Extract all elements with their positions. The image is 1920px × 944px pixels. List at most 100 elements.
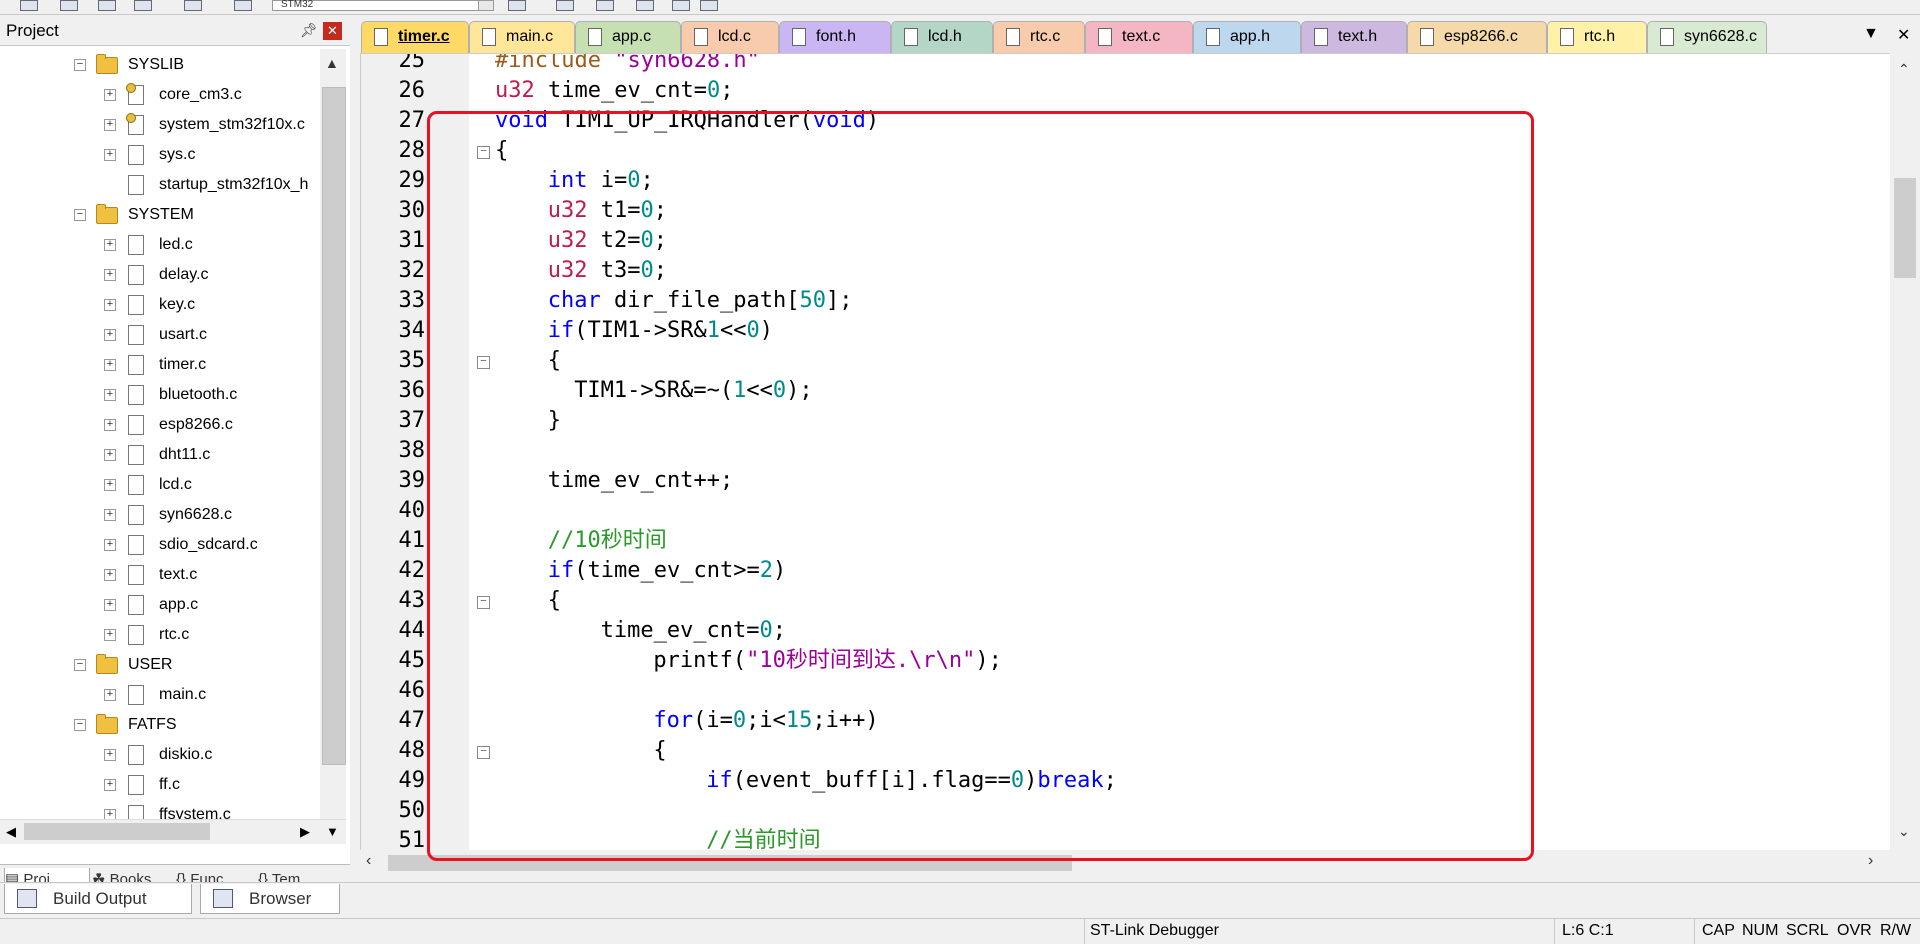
code-line[interactable]: //10秒时间 — [548, 526, 667, 556]
expand-icon[interactable]: + — [104, 419, 116, 431]
editor-tab[interactable]: rtc.c — [993, 21, 1085, 53]
collapse-icon[interactable]: − — [74, 719, 86, 731]
toolbar-button[interactable] — [636, 0, 654, 11]
toolbar-button[interactable] — [596, 0, 614, 11]
scroll-down-icon[interactable]: ▼ — [326, 824, 339, 839]
scroll-down-icon[interactable]: ⌄ — [1898, 823, 1910, 840]
editor-tab[interactable]: font.h — [779, 21, 891, 53]
chevron-down-icon[interactable] — [478, 1, 493, 10]
code-line[interactable]: void TIM1_UP_IRQHandler(void) — [495, 106, 879, 136]
tab-list-icon[interactable]: ▼ — [1863, 25, 1879, 43]
toolbar-button[interactable] — [134, 0, 152, 11]
code-line[interactable]: time_ev_cnt++; — [548, 466, 733, 496]
editor-tab[interactable]: rtc.h — [1547, 21, 1647, 53]
expand-icon[interactable]: + — [104, 269, 116, 281]
expand-icon[interactable]: + — [104, 539, 116, 551]
expand-icon[interactable]: + — [104, 239, 116, 251]
scroll-left-icon[interactable]: ◀ — [6, 824, 16, 840]
toolbar-button[interactable] — [60, 0, 78, 11]
expand-icon[interactable]: + — [104, 479, 116, 491]
editor-tab[interactable]: lcd.h — [891, 21, 993, 53]
code-line[interactable]: if(time_ev_cnt>=2) — [548, 556, 786, 586]
code-line[interactable]: for(i=0;i<15;i++) — [653, 706, 878, 736]
code-line[interactable]: u32 t3=0; — [548, 256, 667, 286]
toolbar-button[interactable] — [98, 0, 116, 11]
fold-toggle-icon[interactable]: − — [477, 596, 490, 609]
toolbar-button[interactable] — [20, 0, 38, 11]
expand-icon[interactable]: + — [104, 149, 116, 161]
scroll-up-icon[interactable]: ▲ — [325, 55, 339, 71]
expand-icon[interactable]: + — [104, 599, 116, 611]
expand-icon[interactable]: + — [104, 329, 116, 341]
expand-icon[interactable]: + — [104, 119, 116, 131]
code-line[interactable]: u32 t1=0; — [548, 196, 667, 226]
tab-build-output[interactable]: Build Output — [4, 884, 192, 914]
code-line[interactable]: //当前时间 — [706, 826, 821, 851]
expand-icon[interactable]: + — [104, 449, 116, 461]
editor-tab[interactable]: main.c — [469, 21, 575, 53]
pin-icon[interactable]: 📌︎ — [300, 22, 318, 39]
scroll-right-icon[interactable]: ▶ — [300, 824, 310, 840]
code-line[interactable]: printf("10秒时间到达.\r\n"); — [653, 646, 1001, 676]
tab-browser[interactable]: Browser — [200, 884, 340, 914]
expand-icon[interactable]: + — [104, 689, 116, 701]
code-line[interactable]: if(event_buff[i].flag==0)break; — [706, 766, 1117, 796]
code-hscrollbar[interactable]: ‹ › — [360, 850, 1920, 875]
code-line[interactable]: char dir_file_path[50]; — [548, 286, 853, 316]
code-line[interactable]: if(TIM1->SR&1<<0) — [548, 316, 773, 346]
code-editor[interactable]: 25 26 27 28 29 30 31 32 33 34 35 36 37 38 39 40 41 42 43 44… — [360, 53, 1892, 852]
scroll-left-icon[interactable]: ‹ — [366, 852, 371, 870]
code-line[interactable]: { — [653, 736, 666, 766]
editor-tab[interactable]: lcd.c — [681, 21, 779, 53]
toolbar-button[interactable] — [672, 0, 690, 11]
project-tree-vscrollbar[interactable]: ▲ — [320, 49, 346, 839]
expand-icon[interactable]: + — [104, 779, 116, 791]
close-icon[interactable]: ✕ — [1897, 25, 1910, 45]
expand-icon[interactable]: + — [104, 629, 116, 641]
toolbar-button[interactable] — [556, 0, 574, 11]
scroll-thumb[interactable] — [24, 823, 210, 840]
editor-tab[interactable]: timer.c — [361, 21, 469, 53]
code-line[interactable]: TIM1->SR&=~(1<<0); — [574, 376, 812, 406]
expand-icon[interactable]: + — [104, 749, 116, 761]
code-line[interactable]: #include "syn6628.h" — [495, 54, 760, 76]
editor-tab[interactable]: text.c — [1085, 21, 1193, 53]
code-line[interactable]: u32 t2=0; — [548, 226, 667, 256]
scroll-up-icon[interactable]: ⌃ — [1898, 61, 1910, 78]
expand-icon[interactable]: + — [104, 569, 116, 581]
toolbar-button[interactable] — [508, 0, 526, 11]
fold-toggle-icon[interactable]: − — [477, 356, 490, 369]
expand-icon[interactable]: + — [104, 299, 116, 311]
expand-icon[interactable]: + — [104, 89, 116, 101]
collapse-icon[interactable]: − — [74, 59, 86, 71]
expand-icon[interactable]: + — [104, 359, 116, 371]
fold-toggle-icon[interactable]: − — [477, 146, 490, 159]
collapse-icon[interactable]: − — [74, 209, 86, 221]
code-line[interactable]: { — [495, 136, 508, 166]
target-select[interactable]: STM32 — [272, 0, 494, 11]
code-vscrollbar[interactable]: ⌃ ⌄ — [1890, 53, 1920, 850]
project-tree-hscrollbar[interactable]: ◀ ▶ ▼ — [0, 819, 346, 844]
code-line[interactable]: time_ev_cnt=0; — [601, 616, 786, 646]
code-line[interactable]: u32 time_ev_cnt=0; — [495, 76, 733, 106]
fold-toggle-icon[interactable]: − — [477, 746, 490, 759]
scroll-thumb[interactable] — [388, 855, 1072, 871]
scroll-thumb[interactable] — [322, 87, 346, 765]
toolbar-button[interactable] — [184, 0, 202, 11]
editor-tab[interactable]: esp8266.c — [1407, 21, 1547, 53]
editor-tab[interactable]: app.h — [1193, 21, 1301, 53]
toolbar-button[interactable] — [700, 0, 718, 11]
toolbar-button[interactable] — [234, 0, 252, 11]
expand-icon[interactable]: + — [104, 509, 116, 521]
code-line[interactable]: { — [548, 586, 561, 616]
close-icon[interactable]: ✕ — [323, 22, 342, 40]
code-line[interactable]: { — [548, 346, 561, 376]
expand-icon[interactable]: + — [104, 389, 116, 401]
editor-tab[interactable]: syn6628.c — [1647, 21, 1767, 53]
code-line[interactable]: int i=0; — [548, 166, 654, 196]
editor-tab[interactable]: text.h — [1301, 21, 1407, 53]
collapse-icon[interactable]: − — [74, 659, 86, 671]
editor-tab[interactable]: app.c — [575, 21, 681, 53]
scroll-right-icon[interactable]: › — [1868, 852, 1873, 870]
code-line[interactable]: } — [548, 406, 561, 436]
